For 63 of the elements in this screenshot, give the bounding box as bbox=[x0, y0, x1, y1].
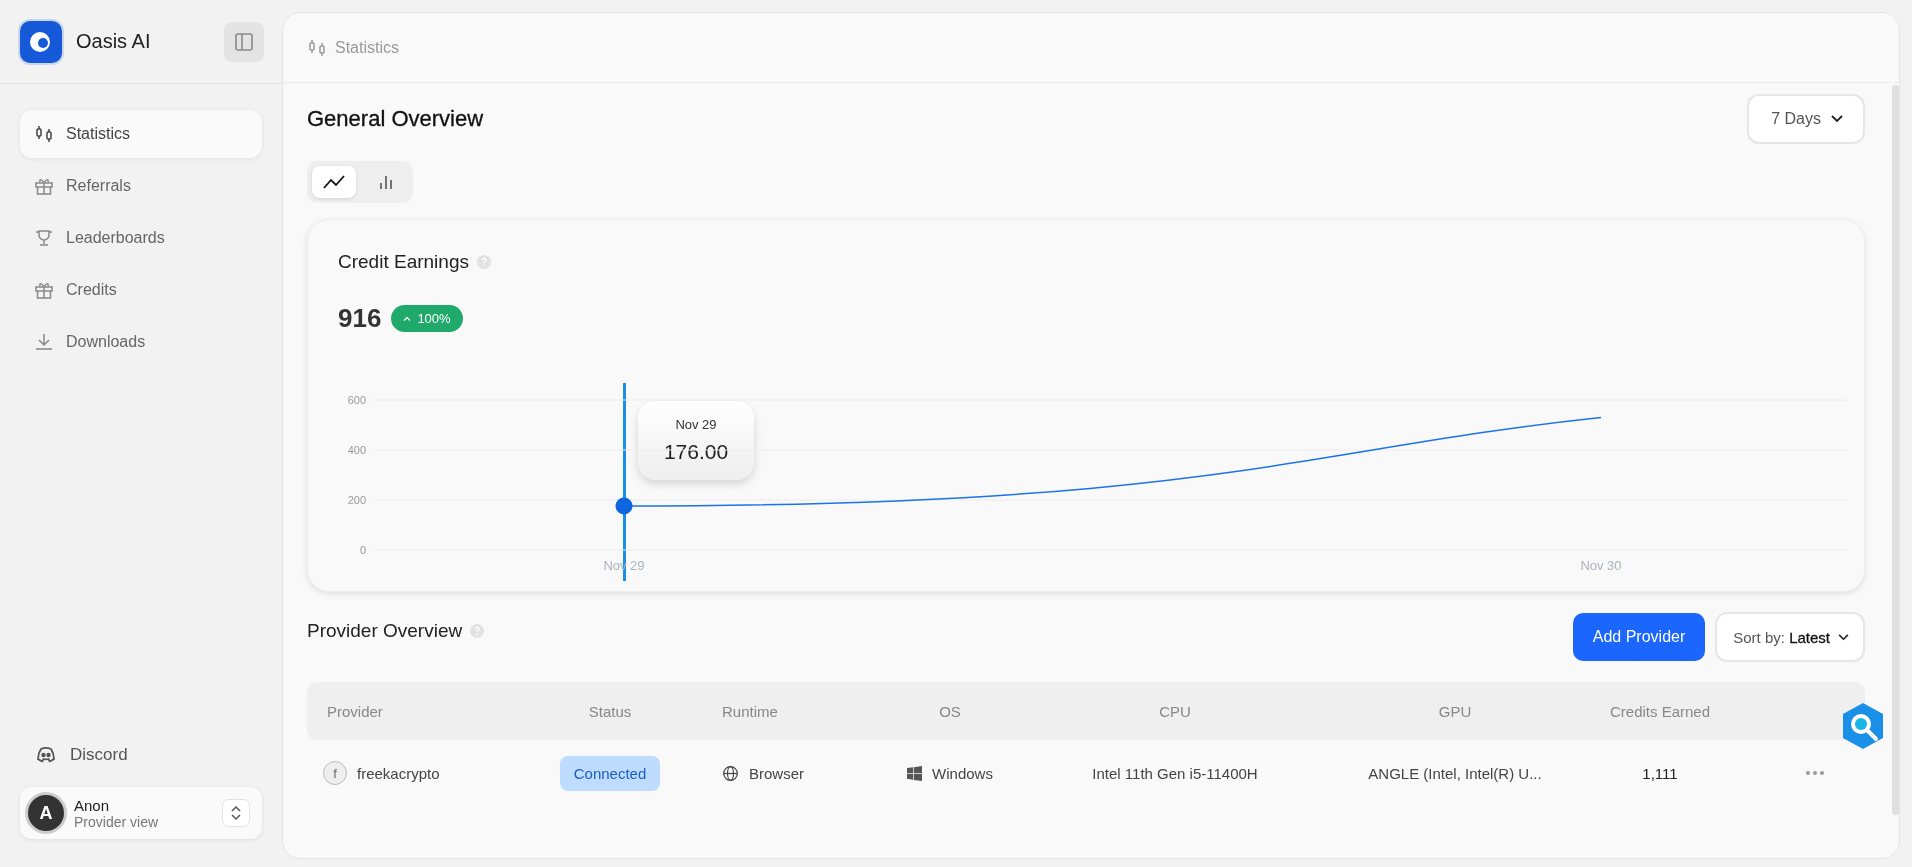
axis-label: 400 bbox=[347, 444, 366, 456]
column-header: OS bbox=[938, 702, 962, 720]
sidebar-item[interactable]: Leaderboards bbox=[20, 214, 262, 262]
line-chart-tab[interactable] bbox=[312, 166, 356, 198]
scrollbar[interactable] bbox=[1892, 85, 1899, 815]
gift-icon bbox=[34, 176, 54, 196]
globe-icon bbox=[722, 764, 739, 782]
sidebar-item[interactable]: Referrals bbox=[20, 162, 262, 210]
breadcrumb-icon bbox=[307, 37, 327, 58]
sort-dropdown[interactable]: Sort by: Latest bbox=[1715, 612, 1865, 662]
statistics-icon bbox=[34, 124, 54, 144]
axis-label: 0 bbox=[359, 544, 366, 556]
app-logo bbox=[20, 20, 62, 63]
table-cell: ANGLE (Intel, Intel(R) U... bbox=[1368, 764, 1542, 782]
user-avatar: A bbox=[28, 795, 64, 831]
user-name: Anon bbox=[74, 796, 111, 814]
user-card[interactable]: A Anon Provider view bbox=[20, 787, 262, 839]
trophy-icon bbox=[34, 228, 54, 248]
section-title: General Overview bbox=[307, 106, 484, 132]
change-badge: 100% bbox=[391, 305, 463, 332]
table-cell: Intel 11th Gen i5-11400H bbox=[1092, 764, 1258, 782]
chevrons-icon bbox=[230, 805, 242, 821]
gift-icon bbox=[34, 280, 54, 300]
chevron-down-icon bbox=[1838, 633, 1849, 641]
bar-chart-icon bbox=[378, 174, 394, 190]
chevron-down-icon bbox=[1831, 115, 1843, 123]
download-icon bbox=[34, 332, 54, 352]
column-header: Status bbox=[587, 702, 633, 720]
axis-label: 600 bbox=[347, 394, 366, 406]
sidebar-item[interactable]: Statistics bbox=[20, 110, 262, 158]
column-header: GPU bbox=[1437, 702, 1473, 720]
sidebar-item[interactable]: Downloads bbox=[20, 318, 262, 366]
axis-label: Nov 30 bbox=[1580, 558, 1622, 573]
table-cell: Windows bbox=[932, 764, 993, 782]
card-title: Credit Earnings bbox=[338, 251, 469, 273]
add-provider-button[interactable]: Add Provider bbox=[1572, 613, 1706, 661]
column-header: Provider bbox=[326, 702, 384, 720]
sidebar-item[interactable]: Credits bbox=[20, 266, 262, 314]
status-badge: Connected bbox=[559, 755, 661, 791]
total-value: 916 bbox=[338, 303, 382, 334]
data-point bbox=[615, 497, 633, 515]
line-chart-icon bbox=[323, 175, 345, 189]
tooltip-value: 176.00 bbox=[663, 440, 729, 464]
breadcrumb: Statistics bbox=[335, 38, 399, 57]
table-cell: Browser bbox=[749, 764, 804, 782]
sidebar-toggle-button[interactable] bbox=[224, 21, 264, 62]
windows-icon bbox=[907, 765, 923, 781]
axis-label: 200 bbox=[347, 494, 366, 506]
column-header: CPU bbox=[1158, 702, 1192, 720]
section-title: Provider Overview bbox=[307, 620, 463, 642]
sidebar-panel-icon bbox=[234, 31, 254, 52]
discord-link[interactable]: Discord bbox=[0, 743, 282, 767]
user-role: Provider view bbox=[74, 813, 160, 830]
more-icon[interactable] bbox=[1805, 770, 1825, 776]
column-header: Runtime bbox=[721, 702, 779, 720]
range-dropdown[interactable]: 7 Days bbox=[1747, 94, 1865, 144]
tooltip-date: Nov 29 bbox=[675, 417, 717, 432]
account-switch-button[interactable] bbox=[222, 799, 250, 827]
table-cell: 1,111 bbox=[1642, 764, 1678, 782]
table-cell: freekacrypto bbox=[357, 764, 440, 782]
column-header: Credits Earned bbox=[1608, 702, 1712, 720]
app-name: Oasis AI bbox=[76, 30, 152, 53]
provider-avatar: f bbox=[323, 761, 347, 785]
